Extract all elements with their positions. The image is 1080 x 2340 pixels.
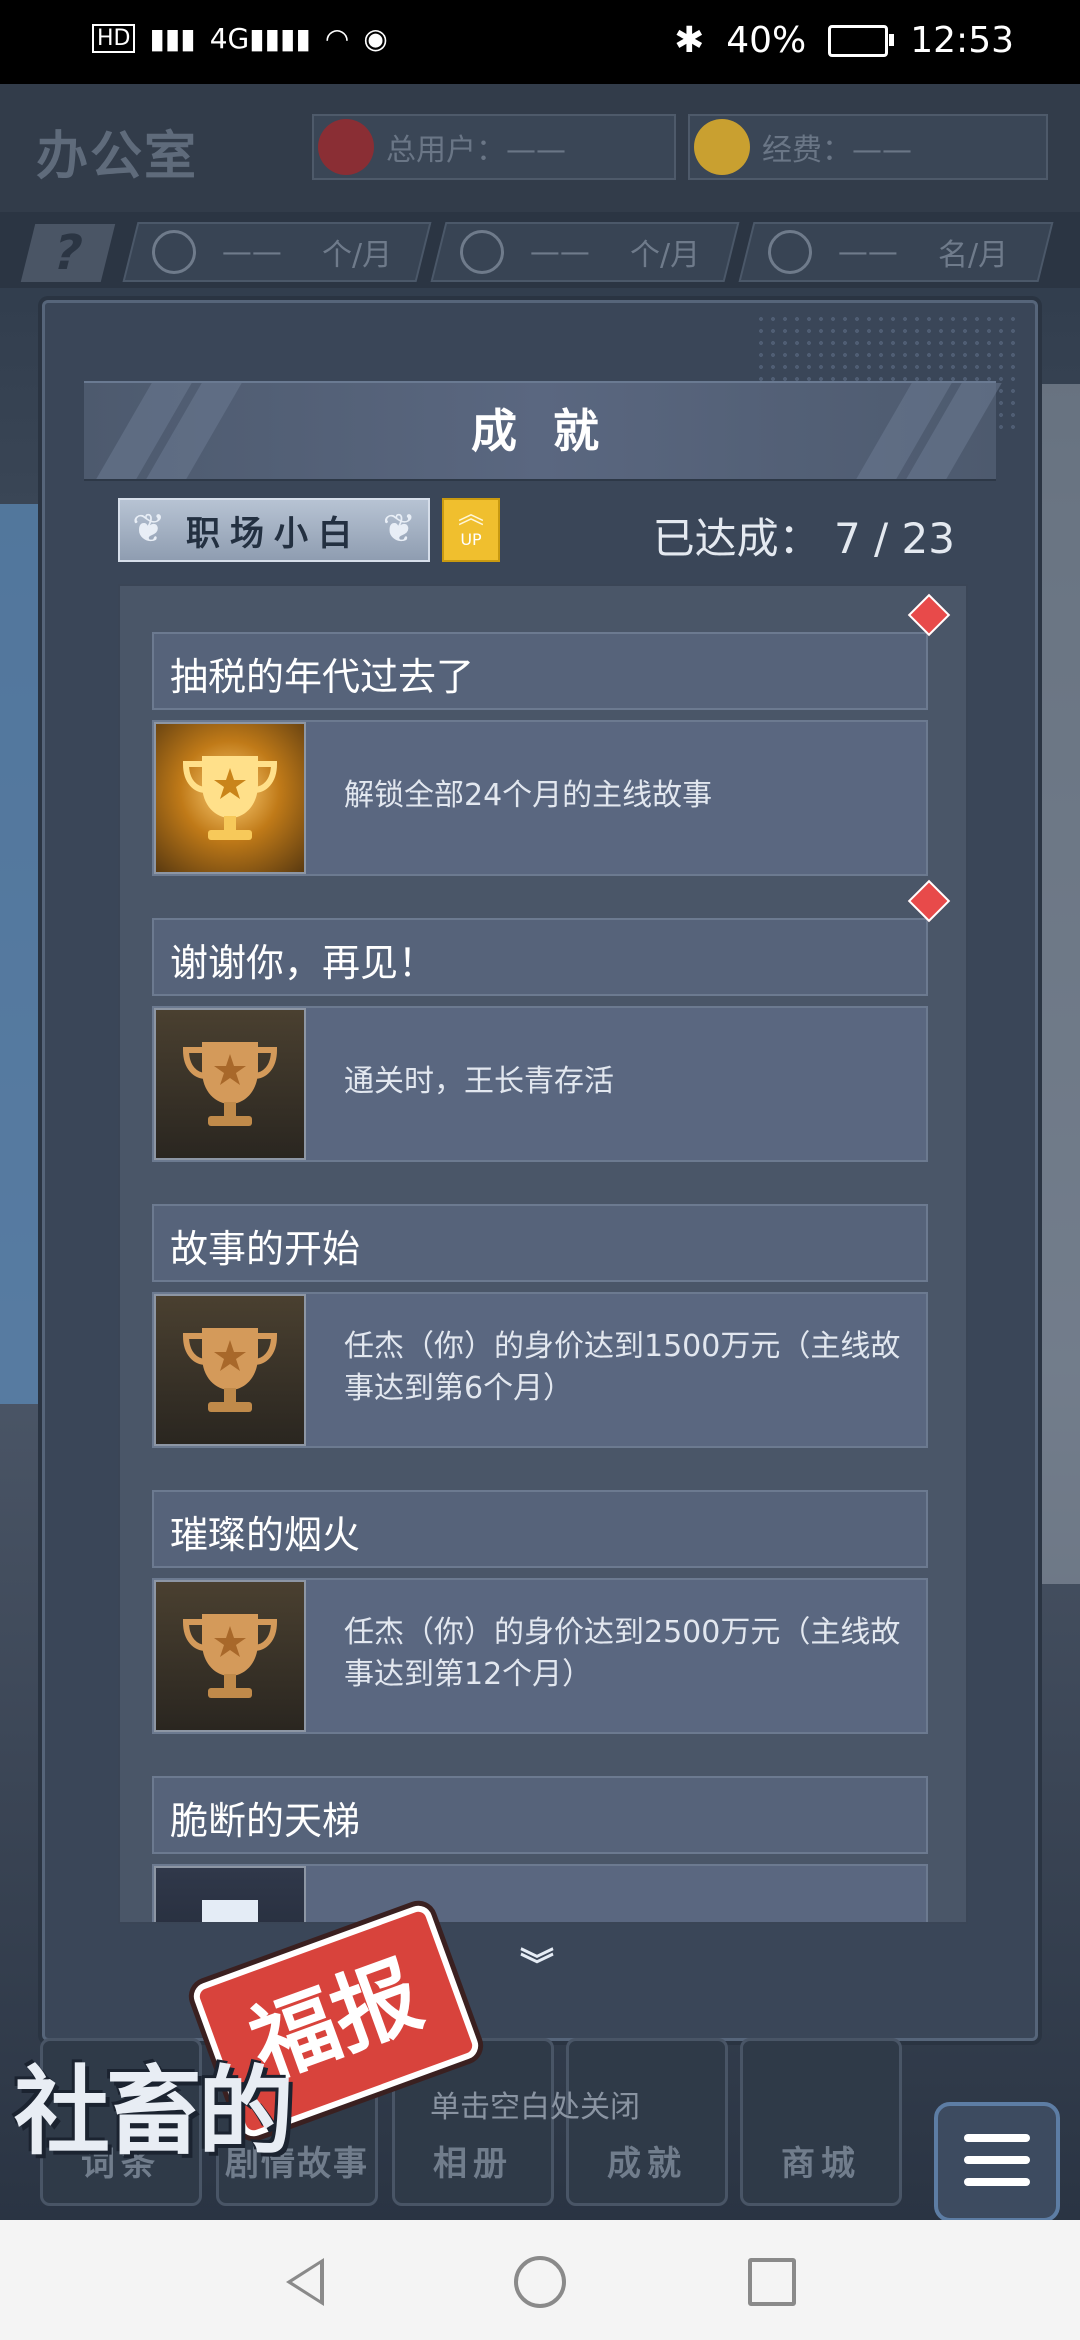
help-button[interactable]: ? (20, 224, 116, 282)
achievement-description: 任杰（你）的身价达到2500万元（主线故事达到第12个月） (344, 1615, 901, 1692)
coin-icon (694, 119, 750, 175)
achievement-header: 抽税的年代过去了 (152, 593, 951, 710)
achievement-title: 故事的开始 (170, 1227, 361, 1271)
achievement-body: 解锁全部24个月的主线故事 (152, 720, 928, 876)
stat-unit: 个/月 (630, 238, 701, 273)
achievement-header: 脆断的天梯 (152, 1776, 928, 1854)
battery-percent: 40% (726, 20, 807, 61)
panel-title-band: 成 就 (84, 381, 1002, 481)
wrench-icon (460, 230, 504, 274)
rank-badge: ❦ 职场小白 ❦ (118, 498, 430, 562)
navigation-bar (0, 2220, 1080, 2340)
achievement-item[interactable]: 璀璨的烟火 任杰（你）的身价达到2500万元（主线故事达到第12个月） (152, 1490, 928, 1734)
rank-title: 职场小白 (186, 513, 362, 554)
new-badge-icon (907, 593, 951, 637)
stat-unit: 个/月 (322, 238, 393, 273)
laurel-left-icon: ❦ (132, 506, 166, 552)
home-icon[interactable] (514, 2256, 566, 2308)
achievement-title: 抽税的年代过去了 (170, 655, 475, 699)
achievement-item[interactable]: 谢谢你，再见！ 通关时，王长青存活 (152, 879, 951, 1162)
achievement-item[interactable]: 脆断的天梯 (152, 1776, 928, 1922)
achievement-description: 解锁全部24个月的主线故事 (344, 778, 713, 813)
achieved-count: 已达成： 7 / 23 (652, 514, 955, 563)
battery-icon (828, 24, 895, 57)
panel-title: 成 就 (470, 404, 609, 458)
hamburger-icon (964, 2156, 1030, 2164)
office-title: 办公室 (36, 127, 199, 187)
funds-label: 经费：—— (762, 133, 912, 168)
achievement-header: 璀璨的烟火 (152, 1490, 928, 1568)
trophy-icon (154, 1866, 306, 1922)
close-hint: 单击空白处关闭 (430, 2090, 640, 2125)
clock: 12:53 (910, 20, 1014, 61)
recent-apps-icon[interactable] (748, 2258, 796, 2306)
achievement-list[interactable]: 抽税的年代过去了 解锁全部24个月的主线故事 谢谢你，再见！ 通关时，王长青存活… (118, 584, 968, 1924)
achievement-title: 谢谢你，再见！ (170, 941, 437, 985)
menu-shop[interactable]: 商城 (740, 2038, 902, 2206)
lightbulb-icon (152, 230, 196, 274)
achievement-item[interactable]: 抽税的年代过去了 解锁全部24个月的主线故事 (152, 593, 951, 876)
chevron-up-icon: ︽ (457, 500, 484, 530)
scroll-down-icon[interactable]: ︾ (520, 1938, 554, 1987)
achievement-header: 谢谢你，再见！ (152, 879, 951, 996)
achievement-body: 通关时，王长青存活 (152, 1006, 928, 1162)
achievement-description: 任杰（你）的身价达到1500万元（主线故事达到第6个月） (344, 1329, 901, 1406)
stat-value: —— (222, 234, 282, 270)
menu-label: 商城 (781, 2144, 861, 2184)
users-icon (318, 119, 374, 175)
achievement-title: 脆断的天梯 (170, 1799, 361, 1843)
stat-tools: —— 个/月 (430, 222, 740, 282)
total-users-label: 总用户：—— (386, 133, 566, 168)
up-label: UP (460, 530, 482, 549)
stat-value: —— (838, 234, 898, 270)
rank-up-button[interactable]: ︽ UP (442, 498, 500, 562)
achievement-title: 璀璨的烟火 (170, 1513, 361, 1557)
trophy-icon (154, 1294, 306, 1446)
achievement-header: 故事的开始 (152, 1204, 928, 1282)
stat-unit: 名/月 (938, 238, 1009, 273)
achievement-body: 任杰（你）的身价达到1500万元（主线故事达到第6个月） (152, 1292, 928, 1448)
status-bar: HD ▮▮▮ 4G▮▮▮▮ ◠ ◉ ✱ 40% 12:53 (0, 0, 1080, 84)
office-stats-bar: —— 个/月 —— 个/月 —— 名/月 (0, 212, 1080, 288)
menu-label: 相册 (433, 2144, 513, 2184)
trophy-icon (154, 722, 306, 874)
stat-staff: —— 名/月 (738, 222, 1054, 282)
achievement-item[interactable]: 故事的开始 任杰（你）的身价达到1500万元（主线故事达到第6个月） (152, 1204, 928, 1448)
trophy-icon (154, 1580, 306, 1732)
hamburger-icon (964, 2178, 1030, 2186)
main-menu-button[interactable] (934, 2102, 1060, 2222)
eye-icon: ◉ (363, 22, 388, 55)
hd-icon: HD (92, 24, 136, 53)
signal-4g-icon: 4G▮▮▮▮ (209, 22, 311, 55)
office-top-bar: 办公室 总用户：—— 经费：—— (0, 84, 1080, 215)
trophy-icon (154, 1008, 306, 1160)
stat-ideas: —— 个/月 (122, 222, 432, 282)
status-left-icons: HD ▮▮▮ 4G▮▮▮▮ ◠ ◉ (92, 22, 388, 55)
bluetooth-icon: ✱ (674, 20, 705, 61)
person-icon (768, 230, 812, 274)
stat-value: —— (530, 234, 590, 270)
signal-icon: ▮▮▮ (149, 22, 196, 55)
total-users-hud: 总用户：—— (312, 114, 676, 180)
achievement-body: 任杰（你）的身价达到2500万元（主线故事达到第12个月） (152, 1578, 928, 1734)
achievement-description: 通关时，王长青存活 (344, 1064, 614, 1099)
achievement-body (152, 1864, 928, 1922)
hamburger-icon (964, 2134, 1030, 2142)
laurel-right-icon: ❦ (382, 506, 416, 552)
status-right: ✱ 40% 12:53 (674, 20, 1014, 61)
menu-label: 成就 (607, 2144, 687, 2184)
funds-hud: 经费：—— (688, 114, 1048, 180)
game-logo: 社畜的 (14, 2056, 294, 2168)
wifi-icon: ◠ (324, 22, 350, 55)
new-badge-icon (907, 879, 951, 923)
back-icon-inner (292, 2264, 320, 2300)
